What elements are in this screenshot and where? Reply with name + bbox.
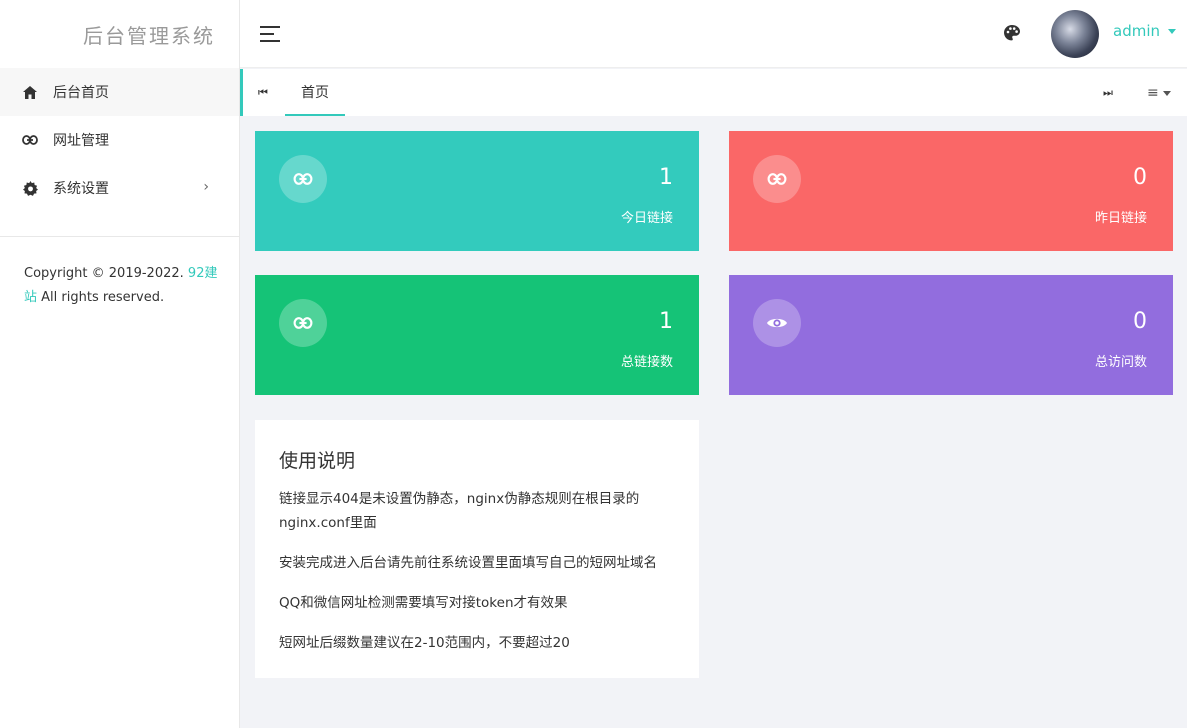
stat-value: 0 [1133,309,1147,334]
sidebar: 后台管理系统 后台首页 网址管理 系统设置 › Copyright © 2019… [0,0,240,728]
sidebar-item-label: 网址管理 [53,133,109,149]
sidebar-divider [0,236,240,237]
caret-down-icon [1162,90,1171,96]
caret-down-icon [1168,28,1176,34]
stat-value: 0 [1133,165,1147,190]
sidebar-item-url-management[interactable]: 网址管理 [0,116,239,164]
usage-line: 链接显示404是未设置伪静态，nginx伪静态规则在根目录的nginx.conf… [279,491,640,531]
usage-line: 安装完成进入后台请先前往系统设置里面填写自己的短网址域名 [279,555,657,571]
usage-title: 使用说明 [279,450,356,472]
link-icon [279,299,327,347]
top-header: admin [240,0,1187,68]
stat-card-yesterday-links: 0 昨日链接 [729,131,1173,251]
usage-line: QQ和微信网址检测需要填写对接token才有效果 [279,595,568,611]
username: admin [1113,22,1160,40]
gear-icon [22,180,38,196]
stat-card-today-links: 1 今日链接 [255,131,699,251]
copyright-suffix: All rights reserved. [37,290,165,305]
stat-label: 昨日链接 [1094,211,1147,226]
brand-title: 后台管理系统 [83,23,215,48]
sidebar-item-label: 后台首页 [53,85,109,101]
stat-card-total-visits: 0 总访问数 [729,275,1173,395]
palette-icon[interactable] [1003,24,1021,42]
link-icon [753,155,801,203]
stat-label: 今日链接 [620,211,673,226]
link-icon [22,132,38,148]
copyright-prefix: Copyright © 2019-2022. [24,266,188,281]
stat-label: 总链接数 [620,355,673,370]
tab-menu-button[interactable]: ≡ [1147,85,1171,101]
list-icon: ≡ [1147,85,1159,101]
stat-value: 1 [659,309,673,334]
hamburger-icon[interactable] [260,26,280,42]
eye-icon [753,299,801,347]
tab-home[interactable]: 首页 [285,69,345,116]
chevron-right-icon: › [203,179,209,195]
sidebar-item-system-settings[interactable]: 系统设置 › [0,164,239,212]
tab-bar: ⏮ 首页 ⏭ ≡ [240,69,1187,116]
sidebar-item-dashboard[interactable]: 后台首页 [0,68,239,116]
stat-label: 总访问数 [1094,355,1147,370]
tab-prev-icon[interactable]: ⏮ [258,86,268,100]
home-icon [22,84,38,100]
stat-value: 1 [659,165,673,190]
usage-panel: 使用说明 链接显示404是未设置伪静态，nginx伪静态规则在根目录的nginx… [255,420,699,678]
copyright: Copyright © 2019-2022. 92建站 All rights r… [24,262,220,310]
usage-line: 短网址后缀数量建议在2-10范围内，不要超过20 [279,635,570,651]
link-icon [279,155,327,203]
sidebar-item-label: 系统设置 [53,181,109,197]
stat-card-total-links: 1 总链接数 [255,275,699,395]
user-menu[interactable]: admin [1113,22,1176,40]
tab-next-icon[interactable]: ⏭ [1103,86,1113,100]
avatar[interactable] [1051,10,1099,58]
